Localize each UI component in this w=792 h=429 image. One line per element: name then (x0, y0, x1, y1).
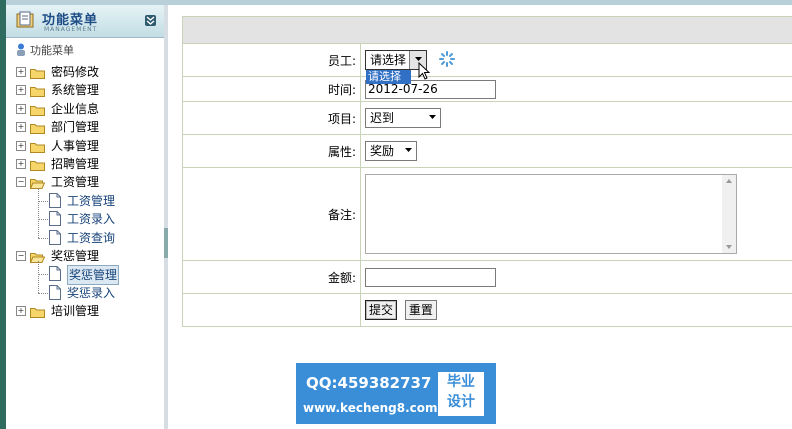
watermark-qq: QQ:459382737 (306, 374, 432, 392)
reset-button[interactable]: 重置 (404, 300, 437, 320)
sidebar: 功能菜单 MANAGEMENT 功能菜单 + 密码修改 + 系统管理 + 企业信息 + 部门管… (6, 5, 165, 429)
loading-spinner-icon (438, 50, 455, 70)
splitter-grip[interactable] (164, 228, 168, 258)
sidebar-item-label[interactable]: 奖惩管理 (51, 247, 99, 265)
chevron-down-icon[interactable] (400, 142, 416, 160)
project-label: 项目: (182, 101, 361, 135)
sidebar-subitem-label[interactable]: 奖惩录入 (67, 284, 115, 302)
expand-node-icon[interactable]: + (16, 122, 26, 133)
expand-node-icon[interactable]: + (16, 140, 26, 151)
watermark-badge-line2: 设计 (447, 394, 475, 410)
sidebar-item-label[interactable]: 系统管理 (51, 81, 99, 99)
row-buttons: 提交 重置 (182, 293, 792, 327)
amount-label: 金额: (182, 260, 361, 294)
row-attribute: 属性: 奖励 (182, 134, 792, 168)
row-project: 项目: 迟到 (182, 101, 792, 135)
tree-connector (38, 261, 39, 294)
menu-subtitle: MANAGEMENT (44, 26, 98, 33)
menu-book-icon (16, 11, 34, 29)
expand-node-icon[interactable]: + (16, 67, 26, 77)
menu-header: 功能菜单 MANAGEMENT (6, 5, 164, 38)
mouse-cursor-icon (418, 61, 432, 85)
remark-textarea[interactable] (365, 174, 737, 254)
sidebar-subitem-label[interactable]: 工资管理 (67, 192, 115, 210)
folder-icon (30, 121, 45, 135)
chevron-down-icon[interactable] (424, 109, 440, 127)
remark-label: 备注: (182, 167, 361, 261)
page-icon (49, 284, 61, 300)
row-amount: 金额: (182, 260, 792, 294)
sidebar-item-label[interactable]: 培训管理 (51, 302, 99, 320)
row-employee: 员工: 请选择 请选择 (182, 43, 792, 84)
open-folder-icon (29, 176, 46, 190)
collapse-menu-icon[interactable] (145, 15, 156, 26)
reward-form: 员工: 请选择 请选择 时间: 2012-07-26 项目: 迟到 属性: 奖励… (182, 43, 792, 327)
sidebar-item-label[interactable]: 人事管理 (51, 137, 99, 155)
watermark-badge: 毕业 设计 (438, 372, 484, 416)
main-content: 员工: 请选择 请选择 时间: 2012-07-26 项目: 迟到 属性: 奖励… (182, 16, 792, 327)
watermark-badge-line1: 毕业 (447, 374, 475, 390)
page-icon (49, 192, 61, 208)
attribute-label: 属性: (182, 134, 361, 168)
buttons-label-cell (182, 293, 361, 327)
frame-splitter[interactable] (164, 5, 168, 429)
expand-node-icon[interactable]: + (16, 306, 26, 317)
page-icon (49, 266, 61, 282)
sidebar-item-label[interactable]: 招聘管理 (51, 155, 99, 173)
sidebar-subitem-label[interactable]: 工资录入 (67, 210, 115, 228)
project-select[interactable]: 迟到 (365, 108, 441, 128)
page-icon (49, 229, 61, 245)
textarea-scrollbar[interactable] (722, 175, 736, 253)
attribute-select[interactable]: 奖励 (365, 141, 417, 161)
sidebar-item-label[interactable]: 企业信息 (51, 100, 99, 118)
tree-connector (38, 274, 48, 276)
tree-connector (38, 237, 48, 239)
folder-icon (30, 140, 45, 153)
tree-root: 功能菜单 (16, 43, 74, 59)
tree-connector (38, 219, 48, 221)
folder-icon (30, 305, 45, 319)
row-time: 时间: 2012-07-26 (182, 76, 792, 102)
row-remark: 备注: (182, 167, 792, 261)
sidebar-item-label[interactable]: 工资管理 (51, 173, 99, 191)
watermark-banner: QQ:459382737 www.kecheng8.com 毕业 设计 (296, 363, 496, 424)
tree-root-label: 功能菜单 (30, 44, 74, 57)
expand-node-icon[interactable]: + (16, 103, 26, 114)
expand-node-icon[interactable]: + (16, 159, 26, 169)
folder-icon (30, 103, 45, 116)
time-label: 时间: (182, 76, 361, 102)
submit-button[interactable]: 提交 (365, 300, 398, 320)
sidebar-subitem-label[interactable]: 工资查询 (67, 229, 115, 247)
user-icon (16, 43, 26, 56)
sidebar-subitem-label[interactable]: 奖惩管理 (67, 265, 120, 286)
page-icon (49, 211, 61, 227)
folder-icon (30, 66, 45, 79)
watermark-site: www.kecheng8.com (303, 401, 438, 415)
collapse-node-icon[interactable]: − (16, 177, 26, 188)
tree-connector (38, 187, 39, 238)
employee-dropdown-option[interactable]: 请选择 (366, 70, 411, 84)
tree-connector (38, 292, 48, 294)
form-header-band (182, 16, 792, 43)
open-folder-icon (29, 250, 46, 263)
folder-icon (30, 158, 45, 171)
tree-connector (38, 200, 48, 202)
sidebar-item-label[interactable]: 部门管理 (51, 118, 99, 136)
attribute-select-value: 奖励 (370, 144, 395, 158)
employee-select-value: 请选择 (370, 53, 407, 67)
collapse-node-icon[interactable]: − (16, 251, 26, 261)
employee-label: 员工: (182, 43, 361, 77)
folder-icon (30, 84, 45, 98)
project-select-value: 迟到 (370, 111, 395, 125)
amount-input[interactable] (365, 267, 496, 287)
expand-node-icon[interactable]: + (16, 85, 26, 96)
sidebar-item-label[interactable]: 密码修改 (51, 63, 99, 81)
